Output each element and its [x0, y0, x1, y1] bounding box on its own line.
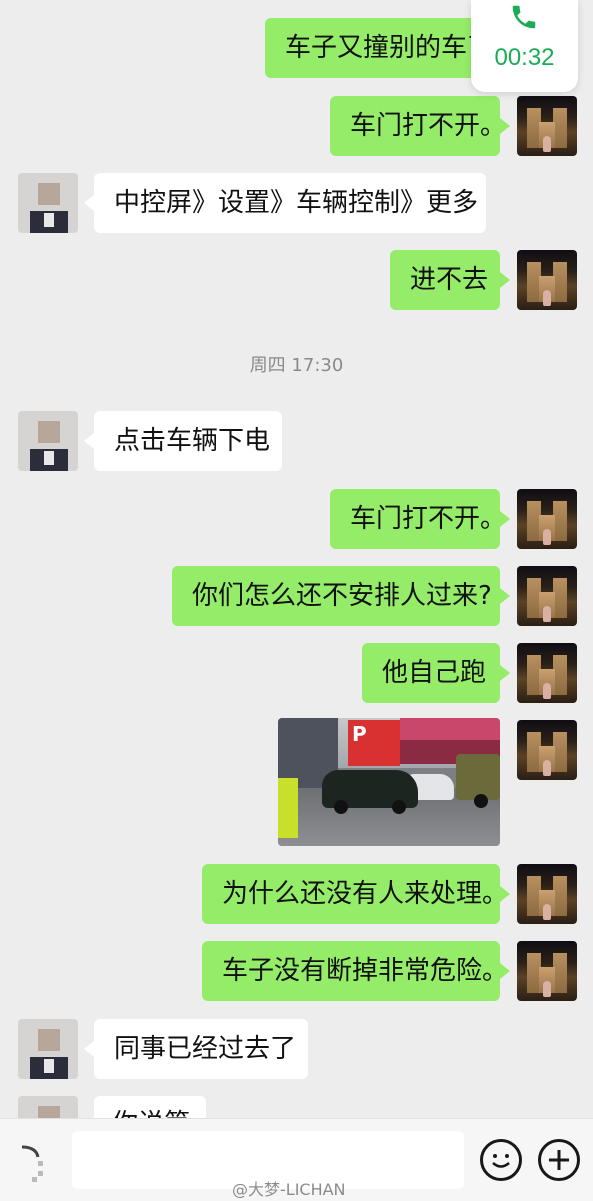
user-avatar[interactable]: [517, 566, 577, 626]
user-avatar[interactable]: [517, 720, 577, 780]
message-bubble-received[interactable]: 你说第: [94, 1096, 206, 1118]
user-avatar[interactable]: [517, 864, 577, 924]
message-text: 为什么还没有人来处理。: [222, 879, 509, 909]
message-text: 中控屏》设置》车辆控制》更多: [114, 188, 479, 218]
voice-call-floating-window[interactable]: 00:32: [471, 0, 578, 92]
phone-icon: [512, 5, 536, 29]
message-text: 你说第: [112, 1109, 190, 1118]
message-text: 点击车辆下电: [114, 426, 271, 456]
contact-avatar[interactable]: [18, 173, 78, 233]
message-bubble-sent[interactable]: 车门打不开。: [330, 489, 510, 549]
user-avatar[interactable]: [517, 643, 577, 703]
message-bubble-received[interactable]: 同事已经过去了: [84, 1019, 308, 1079]
user-avatar[interactable]: [517, 489, 577, 549]
message-bubble-received[interactable]: 点击车辆下电: [84, 411, 282, 471]
message-text: 他自己跑: [382, 658, 487, 688]
message-bubble-sent[interactable]: 他自己跑: [362, 643, 510, 703]
watermark: @大梦-LICHAN: [232, 1180, 346, 1199]
voice-icon[interactable]: [14, 1139, 54, 1183]
contact-avatar[interactable]: [18, 411, 78, 471]
more-functions-button[interactable]: [538, 1139, 580, 1181]
contact-avatar[interactable]: [18, 1019, 78, 1079]
message-text: 你们怎么还不安排人过来?: [192, 581, 492, 611]
message-bubble-sent[interactable]: 进不去: [390, 250, 510, 310]
user-avatar[interactable]: [517, 250, 577, 310]
user-avatar[interactable]: [517, 941, 577, 1001]
message-bubble-sent[interactable]: 车子又撞别的车了。: [265, 18, 519, 78]
message-bubble-sent[interactable]: 为什么还没有人来处理。: [202, 864, 510, 924]
chat-area[interactable]: 车子又撞别的车了。 车门打不开。 中控屏》设置》车辆控制》更多 进不去 周四 1…: [0, 0, 593, 1118]
message-text: 进不去: [410, 265, 489, 295]
contact-avatar[interactable]: [18, 1096, 78, 1118]
message-text: 同事已经过去了: [114, 1034, 297, 1064]
plus-icon: [549, 1150, 569, 1170]
call-duration: 00:32: [494, 44, 555, 71]
image-message[interactable]: P: [278, 718, 500, 846]
sign-letter: P: [352, 722, 367, 746]
message-bubble-sent[interactable]: 车门打不开。: [330, 96, 510, 156]
message-bubble-sent[interactable]: 你们怎么还不安排人过来?: [172, 566, 510, 626]
emoji-button[interactable]: [480, 1139, 522, 1181]
message-text: 车门打不开。: [350, 111, 507, 141]
message-text: 车子没有断掉非常危险。: [222, 956, 509, 986]
message-bubble-sent[interactable]: 车子没有断掉非常危险。: [202, 941, 510, 1001]
message-bubble-received[interactable]: 中控屏》设置》车辆控制》更多: [84, 173, 486, 233]
emoji-icon: [492, 1154, 510, 1168]
chat-timestamp: 周四 17:30: [249, 355, 344, 376]
user-avatar[interactable]: [517, 96, 577, 156]
message-text: 车门打不开。: [350, 504, 507, 534]
